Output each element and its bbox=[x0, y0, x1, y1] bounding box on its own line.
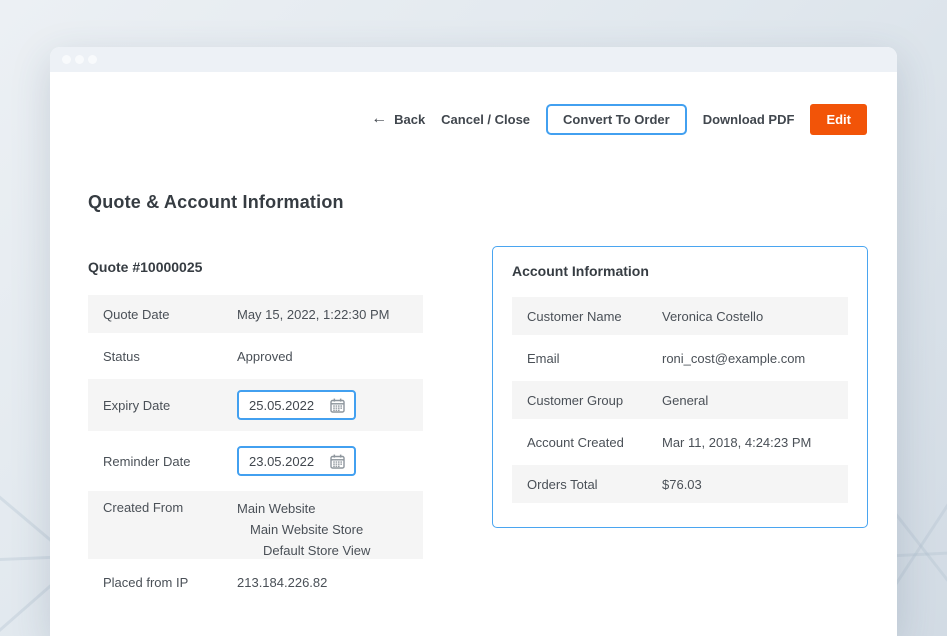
action-toolbar: ← Back Cancel / Close Convert To Order D… bbox=[50, 103, 897, 135]
row-label: Placed from IP bbox=[88, 563, 237, 601]
info-columns: Quote #10000025 Quote Date May 15, 2022,… bbox=[88, 246, 897, 605]
row-value: $76.03 bbox=[662, 465, 848, 503]
quote-info-table: Quote Date May 15, 2022, 1:22:30 PM Stat… bbox=[88, 295, 423, 601]
table-row: Customer Group General bbox=[512, 381, 848, 419]
app-window: ← Back Cancel / Close Convert To Order D… bbox=[50, 47, 897, 636]
edit-button[interactable]: Edit bbox=[810, 104, 867, 135]
row-label: Reminder Date bbox=[88, 435, 237, 487]
back-label: Back bbox=[394, 112, 425, 127]
store-hierarchy-line: Main Website bbox=[237, 498, 316, 519]
page-content: ← Back Cancel / Close Convert To Order D… bbox=[50, 103, 897, 605]
reminder-date-input[interactable] bbox=[249, 454, 321, 469]
table-row: Orders Total $76.03 bbox=[512, 465, 848, 503]
calendar-icon[interactable] bbox=[330, 454, 345, 469]
back-arrow-icon: ← bbox=[371, 111, 387, 127]
row-value bbox=[237, 379, 423, 431]
account-info-table: Customer Name Veronica Costello Email ro… bbox=[512, 297, 848, 503]
row-label: Customer Name bbox=[512, 297, 662, 335]
table-row: Placed from IP 213.184.226.82 bbox=[88, 563, 423, 601]
quote-panel-title: Quote #10000025 bbox=[88, 259, 423, 275]
table-row: Reminder Date bbox=[88, 435, 423, 487]
table-row: Status Approved bbox=[88, 337, 423, 375]
table-row: Customer Name Veronica Costello bbox=[512, 297, 848, 335]
row-label: Expiry Date bbox=[88, 379, 237, 431]
row-value: Mar 11, 2018, 4:24:23 PM bbox=[662, 423, 848, 461]
back-button[interactable]: ← Back bbox=[371, 111, 425, 127]
table-row: Expiry Date bbox=[88, 379, 423, 431]
row-label: Orders Total bbox=[512, 465, 662, 503]
table-row: Account Created Mar 11, 2018, 4:24:23 PM bbox=[512, 423, 848, 461]
row-label: Customer Group bbox=[512, 381, 662, 419]
row-value: roni_cost@example.com bbox=[662, 339, 848, 377]
account-information-panel: Account Information Customer Name Veroni… bbox=[492, 246, 868, 528]
window-titlebar bbox=[50, 47, 897, 72]
row-label: Account Created bbox=[512, 423, 662, 461]
reminder-date-field bbox=[237, 446, 356, 476]
row-label: Created From bbox=[88, 491, 237, 559]
row-value: Veronica Costello bbox=[662, 297, 848, 335]
row-value: May 15, 2022, 1:22:30 PM bbox=[237, 295, 423, 333]
cancel-close-button[interactable]: Cancel / Close bbox=[441, 112, 530, 127]
account-panel-title: Account Information bbox=[512, 263, 848, 279]
row-value: 213.184.226.82 bbox=[237, 563, 423, 601]
quote-panel: Quote #10000025 Quote Date May 15, 2022,… bbox=[88, 246, 423, 605]
window-control-dot[interactable] bbox=[62, 55, 71, 64]
row-value: General bbox=[662, 381, 848, 419]
row-value: Approved bbox=[237, 337, 423, 375]
store-hierarchy-line: Default Store View bbox=[237, 540, 370, 561]
table-row: Created From Main Website Main Website S… bbox=[88, 491, 423, 559]
expiry-date-input[interactable] bbox=[249, 398, 321, 413]
row-label: Email bbox=[512, 339, 662, 377]
row-label: Status bbox=[88, 337, 237, 375]
expiry-date-field bbox=[237, 390, 356, 420]
table-row: Email roni_cost@example.com bbox=[512, 339, 848, 377]
download-pdf-button[interactable]: Download PDF bbox=[703, 112, 795, 127]
calendar-icon[interactable] bbox=[330, 398, 345, 413]
row-value bbox=[237, 435, 423, 487]
page-title: Quote & Account Information bbox=[88, 192, 897, 213]
store-hierarchy-line: Main Website Store bbox=[237, 519, 363, 540]
row-value: Main Website Main Website Store Default … bbox=[237, 491, 423, 559]
window-control-dot[interactable] bbox=[88, 55, 97, 64]
convert-to-order-button[interactable]: Convert To Order bbox=[546, 104, 687, 135]
table-row: Quote Date May 15, 2022, 1:22:30 PM bbox=[88, 295, 423, 333]
window-control-dot[interactable] bbox=[75, 55, 84, 64]
row-label: Quote Date bbox=[88, 295, 237, 333]
